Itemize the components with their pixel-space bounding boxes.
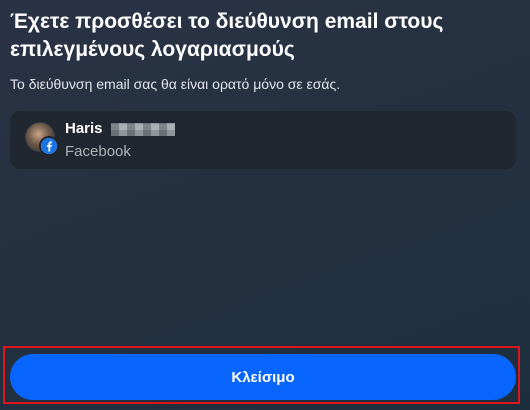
redacted-surname	[110, 122, 175, 136]
account-card: Haris Facebook	[10, 111, 516, 169]
dialog-subtitle: Το διεύθυνση email σας θα είναι ορατό μό…	[10, 76, 341, 92]
close-button[interactable]: Κλείσιμο	[10, 354, 516, 400]
dialog-title: Έχετε προσθέσει το διεύθυνση email στους…	[10, 10, 444, 61]
account-name: Haris	[65, 120, 103, 137]
avatar-container	[25, 122, 59, 156]
account-name-row: Haris	[65, 120, 175, 138]
facebook-icon	[39, 136, 59, 156]
account-platform: Facebook	[65, 143, 131, 160]
